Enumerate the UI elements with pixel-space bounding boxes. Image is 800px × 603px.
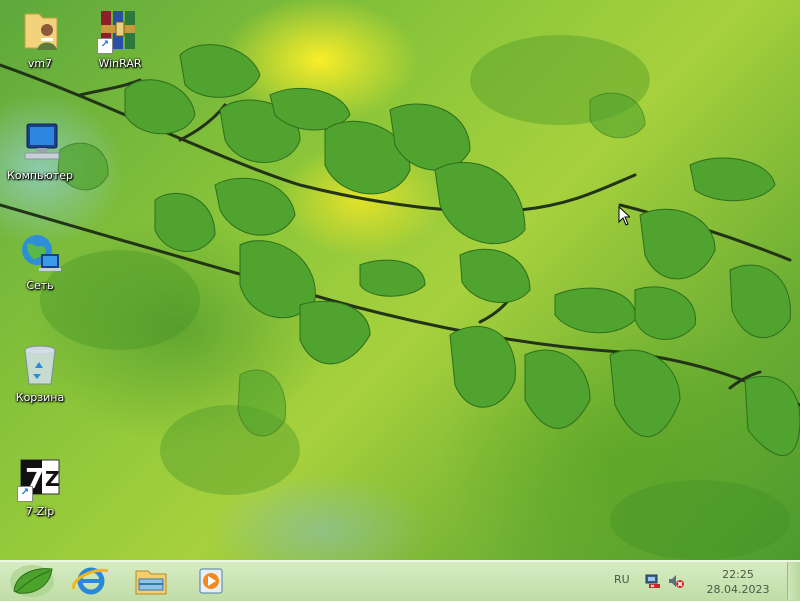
shortcut-arrow-icon: ↗ <box>97 38 113 54</box>
user-folder-icon <box>17 8 63 54</box>
desktop-icon-label: Сеть <box>26 279 54 292</box>
shortcut-arrow-icon: ↗ <box>17 486 33 502</box>
desktop-icon-network[interactable]: Сеть <box>5 230 75 292</box>
language-indicator[interactable]: RU <box>614 573 630 586</box>
taskbar-internet-explorer[interactable] <box>66 563 116 599</box>
wallpaper-leaves <box>0 35 800 560</box>
desktop-icon-7zip[interactable]: 7 Z ↗ 7-Zip <box>5 456 75 518</box>
taskbar-media-player[interactable] <box>186 563 236 599</box>
desktop-icon-winrar[interactable]: ↗ WinRAR <box>85 8 155 70</box>
svg-text:Z: Z <box>45 467 60 491</box>
volume-muted-icon[interactable] <box>668 573 684 589</box>
desktop-icon-recycle-bin[interactable]: Корзина <box>5 342 75 404</box>
network-icon <box>17 230 63 276</box>
network-status-icon[interactable] <box>645 573 661 589</box>
leaf-start-icon <box>10 565 54 597</box>
clock-time[interactable]: 22:25 <box>700 568 776 581</box>
desktop-icon-label: 7-Zip <box>25 505 55 518</box>
winrar-archive-icon: ↗ <box>97 8 143 54</box>
desktop-icon-vm7[interactable]: vm7 <box>5 8 75 70</box>
desktop-icon-label: vm7 <box>27 57 53 70</box>
media-player-icon <box>199 568 223 594</box>
taskbar: RU 22:25 28.04.2023 <box>0 560 800 601</box>
desktop-icon-label: Корзина <box>15 391 65 404</box>
computer-icon <box>17 120 63 166</box>
7zip-icon: 7 Z ↗ <box>17 456 63 502</box>
start-button[interactable] <box>6 563 58 599</box>
file-explorer-icon <box>135 570 167 595</box>
desktop-icon-label: Компьютер <box>7 169 73 182</box>
show-desktop-button[interactable] <box>787 562 800 600</box>
clock-date[interactable]: 28.04.2023 <box>700 583 776 596</box>
desktop-icon-computer[interactable]: Компьютер <box>5 120 75 182</box>
desktop-icon-label: WinRAR <box>98 57 142 70</box>
recycle-bin-icon <box>17 342 63 388</box>
desktop[interactable]: vm7 ↗ WinRAR Компьютер Сеть Корзина 7 Z … <box>0 0 800 560</box>
mouse-cursor-icon <box>618 206 630 226</box>
taskbar-file-explorer[interactable] <box>126 563 176 599</box>
internet-explorer-icon <box>72 567 109 595</box>
